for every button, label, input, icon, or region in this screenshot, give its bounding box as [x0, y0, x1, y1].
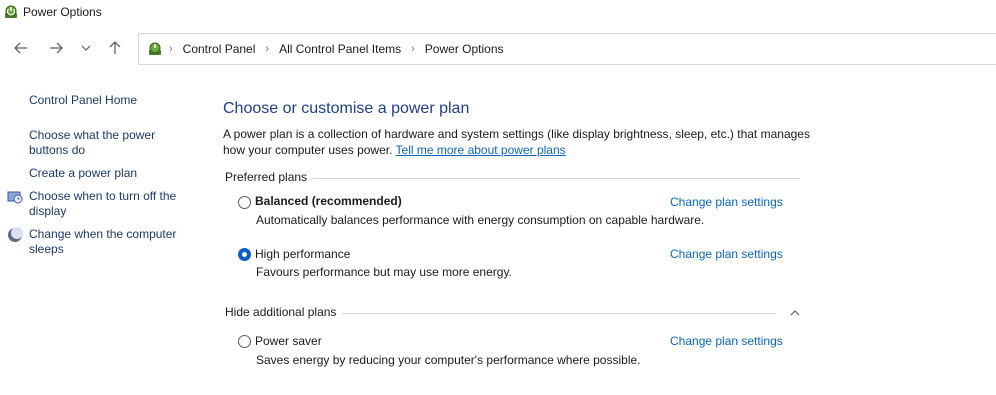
moon-icon	[8, 227, 23, 242]
additional-plans-section[interactable]: Hide additional plans	[225, 305, 800, 321]
learn-more-link[interactable]: Tell me more about power plans	[396, 143, 566, 157]
breadcrumb-all-items[interactable]: All Control Panel Items	[279, 42, 401, 56]
preferred-plans-section: Preferred plans	[225, 170, 800, 186]
power-saver-plan-name[interactable]: Power saver	[255, 334, 322, 348]
power-options-icon	[5, 5, 17, 18]
power-saver-radio[interactable]	[238, 335, 251, 348]
page-description: A power plan is a collection of hardware…	[223, 126, 813, 158]
sidebar-control-panel-home[interactable]: Control Panel Home	[29, 93, 189, 108]
preferred-plans-label: Preferred plans	[225, 170, 314, 184]
control-panel-icon	[149, 42, 161, 55]
balanced-plan-name[interactable]: Balanced (recommended)	[255, 194, 402, 208]
chevron-up-icon[interactable]	[789, 307, 801, 319]
navigation-bar: › Control Panel › All Control Panel Item…	[0, 24, 996, 70]
balanced-plan-desc: Automatically balances performance with …	[256, 213, 705, 227]
balanced-radio[interactable]	[238, 196, 251, 209]
high-performance-change-settings-link[interactable]: Change plan settings	[670, 247, 783, 261]
sidebar-turn-off-display[interactable]: Choose when to turn off the display	[29, 189, 189, 219]
power-saver-change-settings-link[interactable]: Change plan settings	[670, 334, 783, 348]
high-performance-radio[interactable]	[238, 248, 251, 261]
breadcrumb-control-panel[interactable]: Control Panel	[183, 42, 256, 56]
back-arrow-icon	[14, 42, 27, 54]
recent-locations-button[interactable]	[76, 38, 96, 58]
title-bar: Power Options	[0, 0, 996, 24]
sidebar-power-buttons[interactable]: Choose what the power buttons do	[29, 128, 189, 158]
up-arrow-icon	[109, 41, 121, 54]
breadcrumb-power-options[interactable]: Power Options	[425, 42, 504, 56]
page-title: Choose or customise a power plan	[223, 100, 470, 117]
breadcrumb-separator-icon: ›	[265, 43, 270, 55]
address-bar[interactable]: › Control Panel › All Control Panel Item…	[138, 33, 996, 65]
back-button[interactable]	[11, 38, 31, 58]
balanced-change-settings-link[interactable]: Change plan settings	[670, 195, 783, 209]
forward-arrow-icon	[50, 42, 63, 54]
breadcrumb-separator-icon: ›	[169, 43, 173, 55]
clock-monitor-icon	[7, 191, 23, 204]
window-title: Power Options	[23, 5, 102, 19]
up-button[interactable]	[105, 38, 125, 58]
breadcrumb: › Control Panel › All Control Panel Item…	[169, 42, 504, 56]
forward-button[interactable]	[46, 38, 66, 58]
additional-plans-label[interactable]: Hide additional plans	[225, 305, 343, 319]
high-performance-plan-desc: Favours performance but may use more ene…	[256, 265, 512, 279]
high-performance-plan-name[interactable]: High performance	[255, 247, 350, 261]
breadcrumb-separator-icon: ›	[411, 43, 415, 55]
recent-chevron-icon	[81, 45, 91, 51]
sidebar-create-plan[interactable]: Create a power plan	[29, 166, 189, 181]
power-saver-plan-desc: Saves energy by reducing your computer's…	[256, 353, 641, 367]
sidebar-computer-sleeps[interactable]: Change when the computer sleeps	[29, 227, 189, 257]
